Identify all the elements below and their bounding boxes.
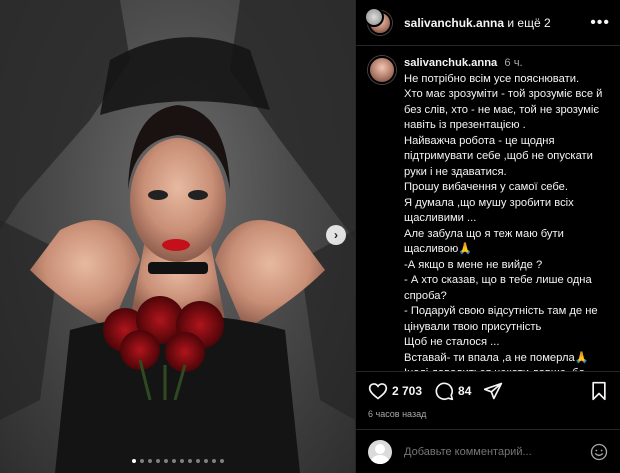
caption-username-link[interactable]: salivanchuk.anna <box>404 57 497 69</box>
likes-count[interactable]: 2 703 <box>392 384 422 398</box>
add-comment-bar <box>356 429 620 473</box>
caption-line: - А хто сказав, що в тебе лише одна спро… <box>404 274 592 302</box>
coauthors-label[interactable]: и ещё 2 <box>507 16 550 30</box>
heart-icon <box>368 382 388 400</box>
caption-line: Але забула що я теж маю бути щасливою🙏 <box>404 227 564 256</box>
like-button[interactable]: 2 703 <box>368 381 422 401</box>
caption-time: 6 ч. <box>504 57 523 69</box>
carousel-dot <box>139 459 144 463</box>
caption-line: Я думала ,що мушу зробити всіх щасливими… <box>404 196 574 225</box>
caption-line: Хто має зрозуміти - той зрозуміє все й б… <box>404 88 603 131</box>
carousel-dot <box>171 459 176 463</box>
post-header: salivanchuk.anna и ещё 2 ••• <box>356 0 620 46</box>
carousel-dot <box>179 459 184 463</box>
paper-plane-icon <box>484 382 503 399</box>
comments-count[interactable]: 84 <box>458 384 471 398</box>
carousel-dot <box>163 459 168 463</box>
caption-line: Найважча робота - це щодня підтримувати … <box>404 134 593 178</box>
bookmark-icon <box>592 381 606 400</box>
emoji-icon[interactable] <box>590 443 608 461</box>
post-photo[interactable]: › <box>0 0 355 473</box>
caption-text: salivanchuk.anna 6 ч. Не потрібно всім у… <box>404 56 608 371</box>
caption-line: Вставай- ти впала ,а не померла🙏 <box>404 351 589 364</box>
caption-line: Щоб не сталося ... <box>404 336 500 348</box>
carousel-dot <box>131 459 136 463</box>
carousel-dot <box>203 459 208 463</box>
caption-area: salivanchuk.anna 6 ч. Не потрібно всім у… <box>356 46 620 371</box>
post-timestamp: 6 часов назад <box>368 409 427 419</box>
author-names: salivanchuk.anna и ещё 2 <box>404 16 590 30</box>
comment-input[interactable] <box>404 445 590 458</box>
post-side-panel: salivanchuk.anna и ещё 2 ••• salivanchuk… <box>355 0 620 473</box>
more-options-icon[interactable]: ••• <box>590 14 610 32</box>
comment-bubble-icon <box>435 382 454 400</box>
carousel-dot <box>187 459 192 463</box>
author-username-link[interactable]: salivanchuk.anna <box>404 16 504 30</box>
chevron-right-icon: › <box>334 228 338 242</box>
caption-line: -А якщо в мене не вийде ? <box>404 258 543 271</box>
author-avatar[interactable] <box>364 6 392 35</box>
carousel-dot <box>219 459 224 463</box>
carousel-indicator <box>0 459 355 463</box>
user-avatar-icon <box>368 439 392 464</box>
carousel-dot <box>147 459 152 463</box>
caption-author-avatar[interactable] <box>368 56 396 84</box>
post-dialog: › salivanchuk.anna и ещё 2 ••• salivanch… <box>0 0 620 473</box>
caption-line: Прошу вибачення у самої себе. <box>404 181 569 193</box>
portrait-image <box>0 0 355 473</box>
share-button[interactable] <box>483 381 503 401</box>
post-actions: 2 703 84 <box>356 371 620 409</box>
comment-button[interactable]: 84 <box>434 381 471 401</box>
save-button[interactable] <box>590 381 608 401</box>
caption-lines: Не потрібно всім усе пояснювати. Хто має … <box>404 72 608 372</box>
caption-line: Не потрібно всім усе пояснювати. <box>404 72 580 85</box>
carousel-dot <box>211 459 216 463</box>
next-slide-button[interactable]: › <box>326 225 346 245</box>
carousel-dot <box>155 459 160 463</box>
caption-line: - Подаруй свою відсутність там де не цін… <box>404 305 598 333</box>
carousel-dot <box>195 459 200 463</box>
